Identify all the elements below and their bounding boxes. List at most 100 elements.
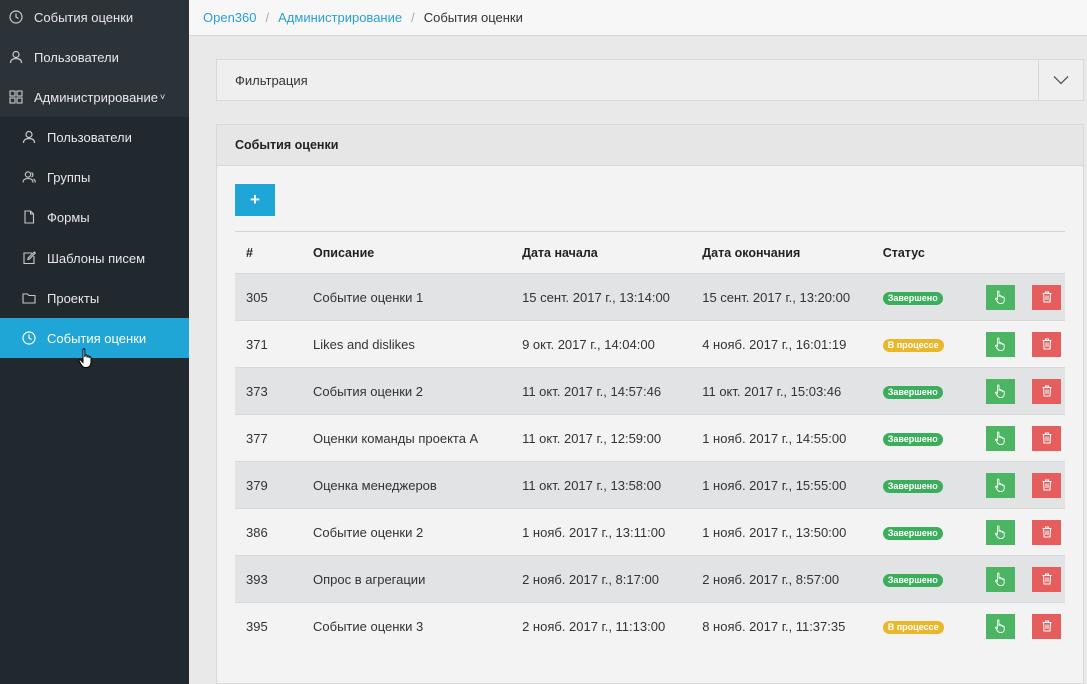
cell-description: Likes and dislikes bbox=[313, 320, 523, 368]
table-row: 371 Likes and dislikes 9 окт. 2017 г., 1… bbox=[235, 320, 1065, 368]
open-event-button[interactable] bbox=[985, 425, 1015, 451]
clock-icon bbox=[8, 9, 24, 25]
column-header-description[interactable]: Описание bbox=[313, 231, 523, 274]
breadcrumb-home-link[interactable]: Open360 bbox=[203, 10, 257, 25]
cell-description: Событие оценки 2 bbox=[313, 508, 523, 556]
table-row: 305 Событие оценки 1 15 сент. 2017 г., 1… bbox=[235, 273, 1065, 321]
hand-pointer-icon bbox=[995, 384, 1005, 398]
column-header-status[interactable]: Статус bbox=[882, 231, 984, 274]
sidebar-item-groups[interactable]: Группы bbox=[0, 157, 189, 197]
sidebar: События оценки Пользователи Администриро… bbox=[0, 0, 189, 684]
hand-pointer-icon bbox=[995, 290, 1005, 304]
table-header-row: # Описание Дата начала Дата окончания Ст… bbox=[235, 231, 1065, 274]
cell-description: События оценки 2 bbox=[313, 367, 523, 415]
breadcrumb-current: События оценки bbox=[423, 10, 523, 25]
delete-event-button[interactable] bbox=[1032, 519, 1062, 545]
folder-icon bbox=[21, 290, 37, 306]
status-badge: Завершено bbox=[882, 433, 943, 446]
cell-start-date: 1 нояб. 2017 г., 13:11:00 bbox=[522, 508, 703, 556]
cell-description: Опрос в агрегации bbox=[313, 555, 523, 603]
table-row: 393 Опрос в агрегации 2 нояб. 2017 г., 8… bbox=[235, 555, 1065, 603]
column-header-end-date[interactable]: Дата окончания bbox=[702, 231, 883, 274]
open-event-button[interactable] bbox=[985, 566, 1015, 592]
filter-panel: Фильтрация bbox=[216, 59, 1084, 101]
cell-status: Завершено bbox=[882, 414, 984, 462]
sidebar-item-administration[interactable]: Администрирование ˅ bbox=[0, 77, 189, 117]
open-event-button[interactable] bbox=[985, 284, 1015, 310]
table-row: 379 Оценка менеджеров 11 окт. 2017 г., 1… bbox=[235, 461, 1065, 509]
grid-icon bbox=[8, 89, 24, 105]
events-table: # Описание Дата начала Дата окончания Ст… bbox=[235, 231, 1065, 649]
status-badge: Завершено bbox=[882, 480, 943, 493]
trash-icon bbox=[1042, 432, 1052, 444]
cell-description: Оценка менеджеров bbox=[313, 461, 523, 509]
cell-status: Завершено bbox=[882, 273, 984, 321]
hand-pointer-icon bbox=[995, 431, 1005, 445]
user-icon bbox=[8, 49, 24, 65]
filter-title: Фильтрация bbox=[235, 73, 308, 88]
chevron-down-icon bbox=[1053, 76, 1069, 85]
open-event-button[interactable] bbox=[985, 378, 1015, 404]
delete-event-button[interactable] bbox=[1032, 566, 1062, 592]
status-badge: Завершено bbox=[882, 386, 943, 399]
open-event-button[interactable] bbox=[985, 613, 1015, 639]
cell-id: 371 bbox=[235, 320, 313, 368]
hand-pointer-icon bbox=[995, 572, 1005, 586]
main-content: Open360 / Администрирование / События оц… bbox=[189, 0, 1087, 684]
cell-end-date: 11 окт. 2017 г., 15:03:46 bbox=[702, 367, 883, 415]
cell-end-date: 1 нояб. 2017 г., 14:55:00 bbox=[702, 414, 883, 462]
cell-end-date: 1 нояб. 2017 г., 15:55:00 bbox=[702, 461, 883, 509]
filter-toggle-button[interactable] bbox=[1038, 60, 1083, 100]
cell-start-date: 2 нояб. 2017 г., 11:13:00 bbox=[522, 602, 703, 649]
breadcrumb-admin-link[interactable]: Администрирование bbox=[278, 10, 402, 25]
open-event-button[interactable] bbox=[985, 472, 1015, 498]
cell-description: Событие оценки 3 bbox=[313, 602, 523, 649]
trash-icon bbox=[1042, 479, 1052, 491]
cell-actions bbox=[983, 320, 1065, 368]
cell-start-date: 11 окт. 2017 г., 12:59:00 bbox=[522, 414, 703, 462]
add-event-button[interactable]: + bbox=[235, 184, 275, 216]
sidebar-item-forms[interactable]: Формы bbox=[0, 197, 189, 237]
open-event-button[interactable] bbox=[985, 519, 1015, 545]
delete-event-button[interactable] bbox=[1032, 472, 1062, 498]
column-header-start-date[interactable]: Дата начала bbox=[522, 231, 703, 274]
cell-start-date: 11 окт. 2017 г., 14:57:46 bbox=[522, 367, 703, 415]
table-row: 373 События оценки 2 11 окт. 2017 г., 14… bbox=[235, 367, 1065, 415]
cell-end-date: 2 нояб. 2017 г., 8:57:00 bbox=[702, 555, 883, 603]
cell-end-date: 8 нояб. 2017 г., 11:37:35 bbox=[702, 602, 883, 649]
sidebar-item-admin-users[interactable]: Пользователи bbox=[0, 117, 189, 157]
breadcrumb-separator: / bbox=[411, 10, 415, 25]
events-panel: События оценки + # Описание Дата начала … bbox=[216, 124, 1084, 684]
cell-end-date: 1 нояб. 2017 г., 13:50:00 bbox=[702, 508, 883, 556]
sidebar-item-projects[interactable]: Проекты bbox=[0, 278, 189, 318]
delete-event-button[interactable] bbox=[1032, 378, 1062, 404]
cell-id: 393 bbox=[235, 555, 313, 603]
cell-actions bbox=[983, 602, 1065, 649]
file-icon bbox=[21, 209, 37, 225]
cell-actions bbox=[983, 461, 1065, 509]
cell-status: Завершено bbox=[882, 367, 984, 415]
trash-icon bbox=[1042, 338, 1052, 350]
user-icon bbox=[21, 129, 37, 145]
cell-status: В процессе bbox=[882, 602, 984, 649]
delete-event-button[interactable] bbox=[1032, 284, 1062, 310]
cell-id: 386 bbox=[235, 508, 313, 556]
open-event-button[interactable] bbox=[985, 331, 1015, 357]
sidebar-item-users[interactable]: Пользователи bbox=[0, 37, 189, 77]
sidebar-item-events[interactable]: События оценки bbox=[0, 0, 189, 37]
delete-event-button[interactable] bbox=[1032, 425, 1062, 451]
sidebar-item-email-templates[interactable]: Шаблоны писем bbox=[0, 238, 189, 278]
cell-id: 373 bbox=[235, 367, 313, 415]
breadcrumb-separator: / bbox=[265, 10, 270, 25]
sidebar-item-label: Проекты bbox=[47, 290, 100, 306]
sidebar-item-label: События оценки bbox=[34, 9, 134, 25]
column-header-id[interactable]: # bbox=[235, 231, 313, 274]
cell-status: Завершено bbox=[882, 508, 984, 556]
sidebar-item-label: Пользователи bbox=[34, 49, 119, 65]
hand-cursor-icon bbox=[78, 348, 92, 368]
cell-id: 379 bbox=[235, 461, 313, 509]
cell-status: Завершено bbox=[882, 461, 984, 509]
delete-event-button[interactable] bbox=[1032, 331, 1062, 357]
delete-event-button[interactable] bbox=[1032, 613, 1062, 639]
events-panel-title: События оценки bbox=[217, 125, 1083, 166]
